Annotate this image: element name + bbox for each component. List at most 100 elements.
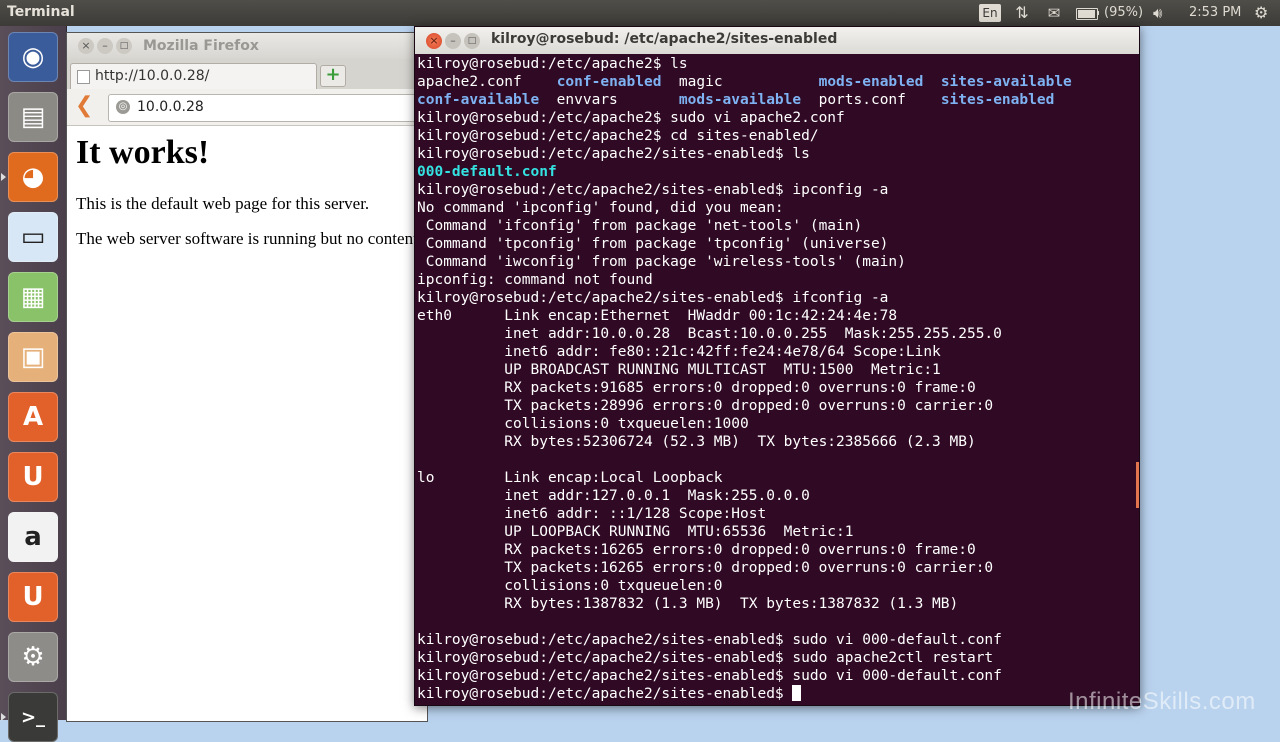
battery-percentage[interactable]: (95%)	[1104, 3, 1143, 23]
terminal-text: kilroy@rosebud:/etc/apache2/sites-enable…	[417, 632, 1002, 648]
terminal-titlebar[interactable]: × – □ kilroy@rosebud: /etc/apache2/sites…	[415, 27, 1139, 54]
page-icon	[77, 70, 90, 84]
globe-icon[interactable]: ◎	[116, 100, 130, 114]
battery-icon[interactable]	[1076, 3, 1102, 23]
close-icon[interactable]: ×	[78, 38, 94, 54]
terminal-text: No command 'ipconfig' found, did you mea…	[417, 200, 784, 216]
minimize-icon[interactable]: –	[445, 33, 461, 49]
network-icon[interactable]: ⇅	[1012, 3, 1032, 23]
terminal-line: RX packets:16265 errors:0 dropped:0 over…	[417, 541, 1135, 559]
directory-entry: conf-available	[417, 92, 540, 108]
terminal-text: RX bytes:52306724 (52.3 MB) TX bytes:238…	[417, 434, 976, 450]
terminal-text: UP BROADCAST RUNNING MULTICAST MTU:1500 …	[417, 362, 941, 378]
firefox-window[interactable]: × – □ Mozilla Firefox http://10.0.0.28/ …	[66, 32, 440, 722]
terminal-line: eth0 Link encap:Ethernet HWaddr 00:1c:42…	[417, 307, 1135, 325]
launcher-ubuntu-dash-icon[interactable]: ◉	[8, 32, 58, 82]
terminal-text: TX packets:16265 errors:0 dropped:0 over…	[417, 560, 994, 576]
terminal-text: envvars	[539, 92, 679, 108]
terminal-line: RX bytes:52306724 (52.3 MB) TX bytes:238…	[417, 433, 1135, 451]
terminal-text: TX packets:28996 errors:0 dropped:0 over…	[417, 398, 994, 414]
launcher-glyph: U	[22, 462, 44, 492]
terminal-text: Command 'tpconfig' from package 'tpconfi…	[417, 236, 889, 252]
minimize-icon[interactable]: –	[97, 38, 113, 54]
directory-entry: mods-enabled	[818, 74, 924, 90]
terminal-line: RX packets:91685 errors:0 dropped:0 over…	[417, 379, 1135, 397]
terminal-line: kilroy@rosebud:/etc/apache2/sites-enable…	[417, 289, 1135, 307]
sound-icon[interactable]: 🔊︎	[1153, 3, 1175, 23]
terminal-line: TX packets:28996 errors:0 dropped:0 over…	[417, 397, 1135, 415]
terminal-line: 000-default.conf	[417, 163, 1135, 181]
launcher-software-center-icon[interactable]: A	[8, 392, 58, 442]
active-indicator	[1, 173, 6, 181]
keyboard-layout-indicator[interactable]: En	[979, 4, 1001, 22]
browser-tab[interactable]: http://10.0.0.28/	[70, 63, 317, 90]
terminal-line: lo Link encap:Local Loopback	[417, 469, 1135, 487]
terminal-text: kilroy@rosebud:/etc/apache2/sites-enable…	[417, 182, 889, 198]
terminal-output[interactable]: kilroy@rosebud:/etc/apache2$ ls apache2.c…	[417, 54, 1135, 705]
terminal-line: collisions:0 txqueuelen:0	[417, 577, 1135, 595]
terminal-text: lo Link encap:Local Loopback	[417, 470, 723, 486]
terminal-text: magic	[661, 74, 819, 90]
terminal-line: No command 'ipconfig' found, did you mea…	[417, 199, 1135, 217]
session-gear-icon[interactable]: ⚙	[1254, 3, 1268, 23]
terminal-text: RX packets:16265 errors:0 dropped:0 over…	[417, 542, 976, 558]
terminal-line: inet6 addr: ::1/128 Scope:Host	[417, 505, 1135, 523]
terminal-scrollbar[interactable]	[1136, 462, 1139, 508]
terminal-cursor	[792, 685, 802, 701]
top-panel: Terminal En ⇅ ✉ (95%) 🔊︎ 2:53 PM ⚙	[0, 0, 1280, 26]
terminal-text: inet6 addr: fe80::21c:42ff:fe24:4e78/64 …	[417, 344, 941, 360]
close-icon[interactable]: ×	[426, 33, 442, 49]
launcher-terminal-icon[interactable]: >_	[8, 692, 58, 742]
clock[interactable]: 2:53 PM	[1189, 3, 1241, 23]
launcher: ◉ ▤ ◕ ▭ ▦ ▣ A Ua U ⚙ >_	[0, 26, 67, 742]
terminal-line: RX bytes:1387832 (1.3 MB) TX bytes:13878…	[417, 595, 1135, 613]
maximize-icon[interactable]: □	[116, 38, 132, 54]
terminal-text: kilroy@rosebud:/etc/apache2/sites-enable…	[417, 686, 793, 702]
terminal-line: kilroy@rosebud:/etc/apache2$ sudo vi apa…	[417, 109, 1135, 127]
launcher-libreoffice-calc-icon[interactable]: ▦	[8, 272, 58, 322]
firefox-tabbar: http://10.0.0.28/ +	[67, 59, 427, 90]
terminal-text: inet6 addr: ::1/128 Scope:Host	[417, 506, 767, 522]
terminal-line: UP LOOPBACK RUNNING MTU:65536 Metric:1	[417, 523, 1135, 541]
launcher-firefox-icon[interactable]: ◕	[8, 152, 58, 202]
back-icon[interactable]: ❮	[75, 95, 93, 117]
launcher-ubuntu-one-music-icon[interactable]: U	[8, 572, 58, 622]
launcher-glyph: ◕	[21, 162, 45, 192]
firefox-titlebar[interactable]: × – □ Mozilla Firefox	[67, 33, 427, 59]
tab-title: http://10.0.0.28/	[95, 68, 210, 84]
terminal-text: kilroy@rosebud:/etc/apache2/sites-enable…	[417, 290, 889, 306]
terminal-line: kilroy@rosebud:/etc/apache2/sites-enable…	[417, 649, 1135, 667]
terminal-text: kilroy@rosebud:/etc/apache2/sites-enable…	[417, 650, 994, 666]
url-text[interactable]: 10.0.0.28	[137, 99, 204, 115]
terminal-window[interactable]: × – □ kilroy@rosebud: /etc/apache2/sites…	[414, 26, 1140, 706]
terminal-line: Command 'tpconfig' from package 'tpconfi…	[417, 235, 1135, 253]
terminal-line: ipconfig: command not found	[417, 271, 1135, 289]
launcher-glyph: >_	[20, 706, 46, 728]
launcher-system-settings-icon[interactable]: ⚙	[8, 632, 58, 682]
terminal-line: TX packets:16265 errors:0 dropped:0 over…	[417, 559, 1135, 577]
terminal-line: kilroy@rosebud:/etc/apache2/sites-enable…	[417, 685, 1135, 703]
directory-entry: sites-enabled	[940, 92, 1055, 108]
terminal-text: apache2.conf	[417, 74, 557, 90]
terminal-line: UP BROADCAST RUNNING MULTICAST MTU:1500 …	[417, 361, 1135, 379]
terminal-text: collisions:0 txqueuelen:1000	[417, 416, 749, 432]
terminal-text: RX packets:91685 errors:0 dropped:0 over…	[417, 380, 976, 396]
launcher-glyph: A	[22, 402, 44, 432]
mail-icon[interactable]: ✉	[1043, 3, 1065, 23]
url-bar[interactable]: ◎ 10.0.0.28	[108, 94, 440, 122]
firefox-navbar: ❮ ◎ 10.0.0.28	[67, 89, 440, 126]
terminal-text: ports.conf	[801, 92, 941, 108]
maximize-icon[interactable]: □	[464, 33, 480, 49]
launcher-glyph: ⚙	[21, 642, 45, 672]
launcher-amazon-icon[interactable]: a	[8, 512, 58, 562]
terminal-text: kilroy@rosebud:/etc/apache2/sites-enable…	[417, 146, 810, 162]
launcher-glyph: ▭	[20, 222, 46, 252]
new-tab-button[interactable]: +	[320, 65, 346, 87]
launcher-files-icon[interactable]: ▤	[8, 92, 58, 142]
launcher-glyph: ▤	[20, 102, 46, 132]
launcher-libreoffice-writer-icon[interactable]: ▭	[8, 212, 58, 262]
launcher-libreoffice-impress-icon[interactable]: ▣	[8, 332, 58, 382]
launcher-ubuntu-one-icon[interactable]: U	[8, 452, 58, 502]
directory-entry: mods-available	[678, 92, 802, 108]
